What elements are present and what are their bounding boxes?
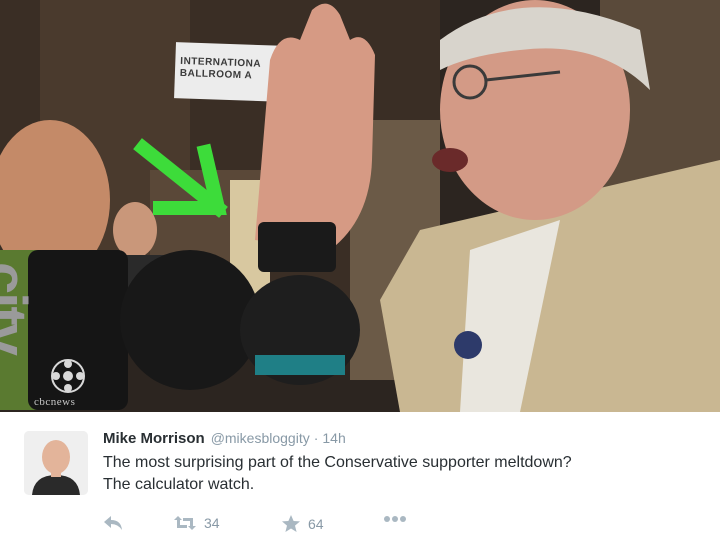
header-separator: ·: [313, 430, 319, 446]
favorite-count: 64: [308, 516, 324, 532]
retweet-button[interactable]: 34: [173, 514, 220, 532]
more-dots-icon: [384, 516, 406, 522]
tweet-header: Mike Morrison @mikesbloggity · 14h: [103, 430, 346, 450]
tweet-text-line-1: The most surprising part of the Conserva…: [103, 454, 572, 471]
cbc-gem-logo: [51, 359, 85, 393]
author-name[interactable]: Mike Morrison: [103, 430, 205, 447]
photo-scene: [0, 0, 720, 412]
reply-icon: [104, 516, 122, 530]
favorite-button[interactable]: 64: [281, 514, 324, 534]
tweet-card[interactable]: Mike Morrison @mikesbloggity · 14h The m…: [0, 412, 720, 544]
avatar[interactable]: [24, 431, 88, 495]
retweet-count: 34: [204, 515, 220, 531]
retweet-icon: [174, 516, 196, 530]
ballroom-sign: INTERNATIONA BALLROOM A: [180, 56, 301, 84]
tweet-text: The most surprising part of the Conserva…: [103, 452, 683, 496]
tweet-actions: 34 64: [103, 512, 423, 536]
reply-button[interactable]: [103, 514, 123, 532]
mic-brand-label: citv: [0, 262, 38, 354]
author-handle[interactable]: @mikesbloggity: [211, 430, 310, 446]
news-photo[interactable]: INTERNATIONA BALLROOM A citv cbcnews: [0, 0, 720, 412]
star-icon: [282, 515, 300, 532]
avatar-image: [24, 431, 88, 495]
tweet-text-line-2: The calculator watch.: [103, 476, 255, 493]
timestamp[interactable]: 14h: [322, 430, 345, 446]
more-button[interactable]: [383, 514, 407, 524]
network-logo-text: cbcnews: [34, 396, 76, 408]
